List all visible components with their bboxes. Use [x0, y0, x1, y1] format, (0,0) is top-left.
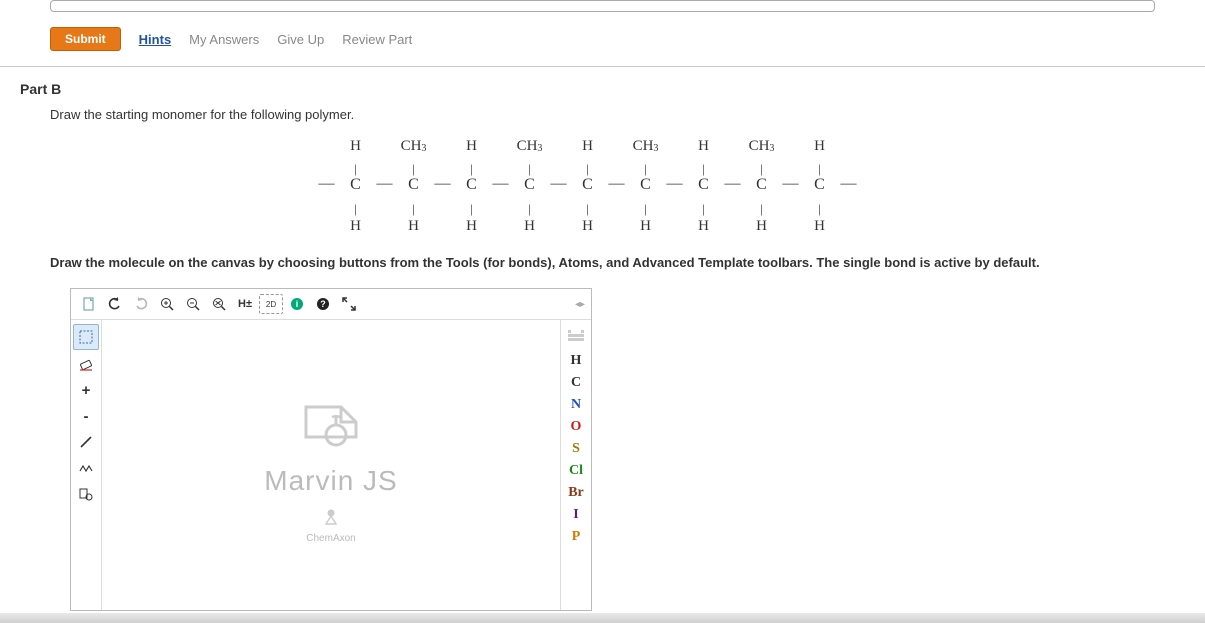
eraser-tool[interactable] [74, 352, 98, 376]
new-icon[interactable] [77, 292, 101, 316]
periodic-table-icon[interactable] [564, 324, 588, 348]
atom-cl[interactable]: Cl [564, 460, 588, 482]
zoom-fit-icon[interactable] [207, 292, 231, 316]
left-toolbar: + - [71, 320, 102, 610]
chemaxon-label: ChemAxon [306, 533, 355, 544]
zoom-in-icon[interactable] [155, 292, 179, 316]
single-bond-tool[interactable] [74, 430, 98, 454]
part-label: Part B [20, 81, 1155, 97]
fullscreen-icon[interactable] [337, 292, 361, 316]
svg-text:?: ? [320, 299, 326, 309]
atoms-toolbar: HCNOSClBrIP [560, 320, 591, 610]
atom-p[interactable]: P [564, 526, 588, 548]
footer-bar [0, 613, 1205, 623]
my-answers-link[interactable]: My Answers [189, 32, 259, 47]
marvin-editor: H± 2D i ? ◂▸ [70, 288, 592, 611]
atom-c[interactable]: C [564, 372, 588, 394]
question-text: Draw the starting monomer for the follow… [50, 107, 1155, 122]
atom-h[interactable]: H [564, 350, 588, 372]
drawing-canvas[interactable]: Marvin JS ChemAxon [102, 320, 560, 610]
atom-o[interactable]: O [564, 416, 588, 438]
zoom-out-icon[interactable] [181, 292, 205, 316]
redo-icon[interactable] [129, 292, 153, 316]
editor-help-icon[interactable]: ? [311, 292, 335, 316]
charge-minus-tool[interactable]: - [74, 404, 98, 428]
give-up-link[interactable]: Give Up [277, 32, 324, 47]
answer-area: reset Help [50, 0, 1155, 12]
review-part-link[interactable]: Review Part [342, 32, 412, 47]
instruction-text: Draw the molecule on the canvas by choos… [50, 255, 1155, 270]
explicit-h-button[interactable]: H± [233, 292, 257, 316]
charge-plus-tool[interactable]: + [74, 378, 98, 402]
undo-icon[interactable] [103, 292, 127, 316]
template-tool[interactable] [74, 482, 98, 506]
info-icon[interactable]: i [285, 292, 309, 316]
atom-i[interactable]: I [564, 504, 588, 526]
marvin-title: Marvin JS [264, 465, 397, 497]
hints-link[interactable]: Hints [139, 32, 172, 47]
svg-text:i: i [296, 299, 299, 309]
atom-br[interactable]: Br [564, 482, 588, 504]
atom-s[interactable]: S [564, 438, 588, 460]
clean-2d-button[interactable]: 2D [259, 294, 283, 314]
marvin-logo-icon [286, 387, 376, 457]
top-toolbar: H± 2D i ? ◂▸ [71, 289, 591, 320]
atom-n[interactable]: N [564, 394, 588, 416]
polymer-structure: HCH3HCH3HCH3HCH3H|||||||||—C—C—C—C—C—C—C… [20, 132, 1155, 237]
chemaxon-logo-icon [321, 507, 341, 527]
chain-tool[interactable] [74, 456, 98, 480]
submit-button[interactable]: Submit [50, 27, 121, 51]
select-tool[interactable] [73, 324, 99, 350]
atom-scroll-icon[interactable]: ◂▸ [575, 294, 585, 314]
